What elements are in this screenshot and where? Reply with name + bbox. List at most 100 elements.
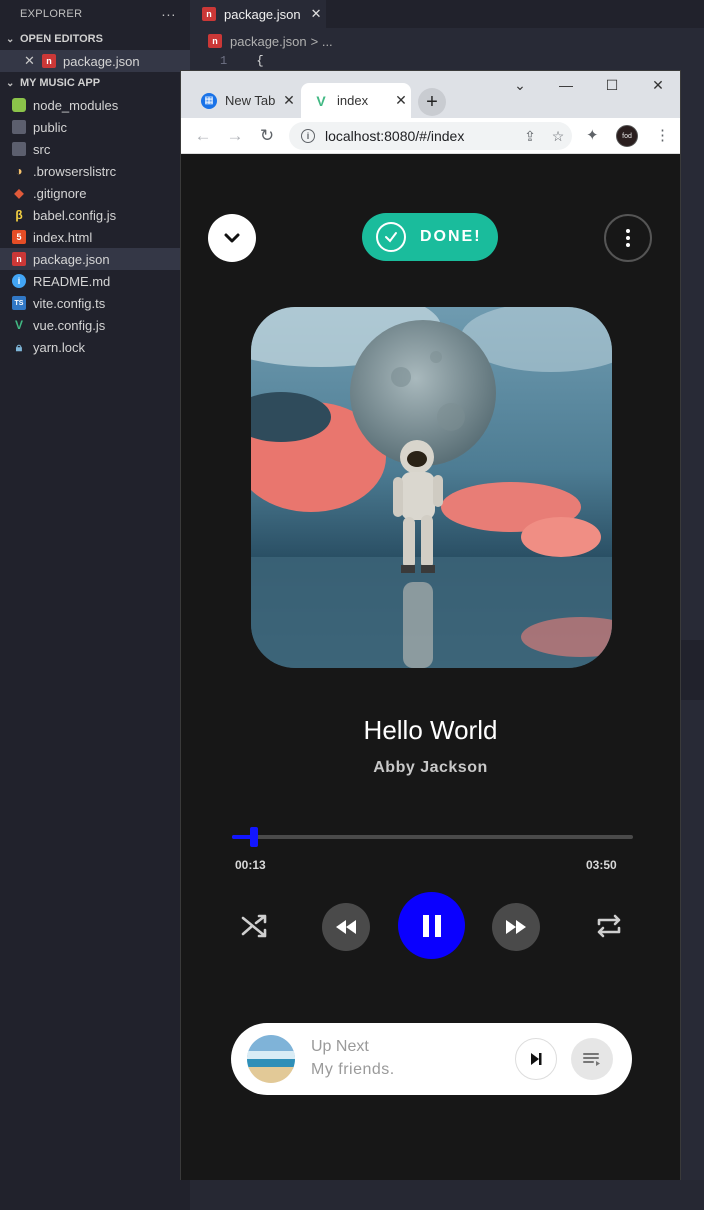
open-editor-label: package.json	[63, 53, 140, 69]
editor-bottom-panel	[190, 1180, 704, 1210]
file-label: vue.config.js	[33, 317, 106, 333]
breadcrumb-more[interactable]: > ...	[311, 34, 333, 49]
close-icon[interactable]: ✕	[24, 53, 38, 69]
git-icon: ◆	[14, 186, 24, 200]
shuffle-button[interactable]	[232, 904, 276, 948]
song-artist: Abby Jackson	[373, 759, 488, 776]
open-editors-section[interactable]: ⌄ OPEN EDITORS	[0, 28, 190, 50]
url-text[interactable]: localhost:8080/#/index	[325, 128, 516, 144]
queue-button[interactable]	[571, 1038, 613, 1080]
editor-tab[interactable]: n package.json ✕	[190, 0, 326, 28]
typescript-icon: TS	[12, 296, 26, 310]
repeat-button[interactable]	[587, 904, 631, 948]
file-item[interactable]: V vue.config.js	[0, 314, 190, 336]
explorer-header: EXPLORER ···	[0, 0, 190, 28]
chevron-down-icon: ⌄	[6, 33, 15, 45]
vue-icon: V	[14, 318, 23, 332]
explorer-sidebar: EXPLORER ··· ⌄ OPEN EDITORS ✕ n package.…	[0, 0, 190, 1210]
up-next-label: Up Next	[311, 1038, 369, 1055]
babel-icon: β	[15, 208, 23, 222]
fast-forward-button[interactable]	[492, 903, 540, 951]
file-label: node_modules	[33, 97, 119, 113]
html-icon: 5	[12, 230, 26, 244]
close-tab-icon[interactable]: ✕	[391, 92, 411, 109]
file-item[interactable]: ◑ .browserslistrc	[0, 160, 190, 182]
pause-button[interactable]	[398, 892, 465, 959]
file-label: babel.config.js	[33, 207, 117, 223]
info-icon: i	[12, 274, 26, 288]
reload-icon[interactable]: ↻	[251, 126, 283, 146]
total-time: 03:50	[586, 858, 617, 872]
file-label: README.md	[33, 273, 111, 289]
new-tab-button[interactable]: +	[418, 88, 446, 116]
extensions-icon[interactable]: ✦	[586, 126, 599, 144]
editor-scroll-region	[680, 640, 704, 700]
queue-list-icon	[583, 1053, 600, 1066]
url-field[interactable]: i localhost:8080/#/index ⇪ ☆	[289, 122, 572, 150]
file-item[interactable]: i README.md	[0, 270, 190, 292]
browser-tab-label: New Tab	[225, 93, 276, 108]
project-section[interactable]: ⌄ MY MUSIC APP	[0, 72, 190, 94]
progress-thumb[interactable]	[250, 827, 259, 847]
file-item[interactable]: n package.json	[0, 248, 190, 270]
more-vertical-icon	[626, 229, 630, 247]
project-label: MY MUSIC APP	[20, 77, 101, 89]
shuffle-icon	[241, 914, 267, 938]
file-item[interactable]: 5 index.html	[0, 226, 190, 248]
code-text[interactable]: {	[256, 54, 263, 68]
done-status-pill[interactable]: DONE!	[362, 213, 498, 261]
browser-tab-newtab[interactable]: ▦ New Tab ✕	[189, 83, 299, 118]
rewind-icon	[336, 920, 356, 934]
collapse-button[interactable]	[208, 214, 256, 262]
music-player-app: DONE! Hello World Abby Jackson 00:13 03:…	[181, 154, 680, 1180]
maximize-icon[interactable]: ☐	[597, 77, 627, 94]
file-item[interactable]: src	[0, 138, 190, 160]
file-item[interactable]: TS vite.config.ts	[0, 292, 190, 314]
file-item[interactable]: β babel.config.js	[0, 204, 190, 226]
editor-tabbar: n package.json ✕	[190, 0, 704, 28]
open-editor-item[interactable]: ✕ n package.json	[0, 50, 190, 72]
rewind-button[interactable]	[322, 903, 370, 951]
bookmark-star-icon[interactable]: ☆	[544, 128, 572, 145]
close-icon[interactable]: ✕	[311, 6, 322, 22]
tab-search-icon[interactable]: ⌄	[505, 77, 535, 94]
chevron-down-icon: ⌄	[6, 77, 15, 89]
more-actions-icon[interactable]: ···	[161, 6, 176, 22]
editor-tab-label: package.json	[224, 6, 301, 22]
open-editors-label: OPEN EDITORS	[20, 33, 103, 45]
album-cover	[251, 307, 612, 668]
close-tab-icon[interactable]: ✕	[279, 92, 299, 109]
profile-avatar[interactable]: fod	[616, 125, 638, 147]
file-item[interactable]: 🔒︎ yarn.lock	[0, 336, 190, 358]
address-bar-row: ← → ↻ i localhost:8080/#/index ⇪ ☆ ✦ fod…	[181, 118, 680, 154]
browser-tabstrip: ▦ New Tab ✕ V index ✕ + ⌄ — ☐ ✕	[181, 71, 680, 118]
folder-icon	[12, 120, 26, 134]
menu-kebab-icon[interactable]: ⋮	[655, 126, 670, 144]
minimize-icon[interactable]: —	[551, 77, 581, 93]
line-number: 1	[220, 54, 228, 68]
current-time: 00:13	[235, 858, 266, 872]
browser-tab-index[interactable]: V index ✕	[301, 83, 411, 118]
code-line: 1 {	[220, 54, 264, 68]
npm-icon: n	[202, 7, 216, 21]
forward-icon[interactable]: →	[219, 126, 251, 146]
up-next-song: My friends.	[311, 1061, 395, 1078]
more-options-button[interactable]	[604, 214, 652, 262]
back-icon[interactable]: ←	[187, 126, 219, 146]
breadcrumb-file[interactable]: package.json	[230, 34, 307, 49]
src-folder-icon	[12, 142, 26, 156]
file-label: public	[33, 119, 67, 135]
file-item[interactable]: node_modules	[0, 94, 190, 116]
up-next-card[interactable]: Up Next My friends.	[231, 1023, 632, 1095]
fast-forward-icon	[506, 920, 526, 934]
file-item[interactable]: ◆ .gitignore	[0, 182, 190, 204]
skip-next-button[interactable]	[515, 1038, 557, 1080]
file-item[interactable]: public	[0, 116, 190, 138]
file-label: vite.config.ts	[33, 295, 106, 311]
site-info-icon[interactable]: i	[301, 129, 315, 143]
newtab-favicon-icon: ▦	[201, 92, 217, 109]
close-window-icon[interactable]: ✕	[643, 77, 673, 94]
share-icon[interactable]: ⇪	[516, 128, 544, 145]
progress-slider[interactable]	[232, 827, 633, 847]
pause-icon	[422, 914, 441, 937]
